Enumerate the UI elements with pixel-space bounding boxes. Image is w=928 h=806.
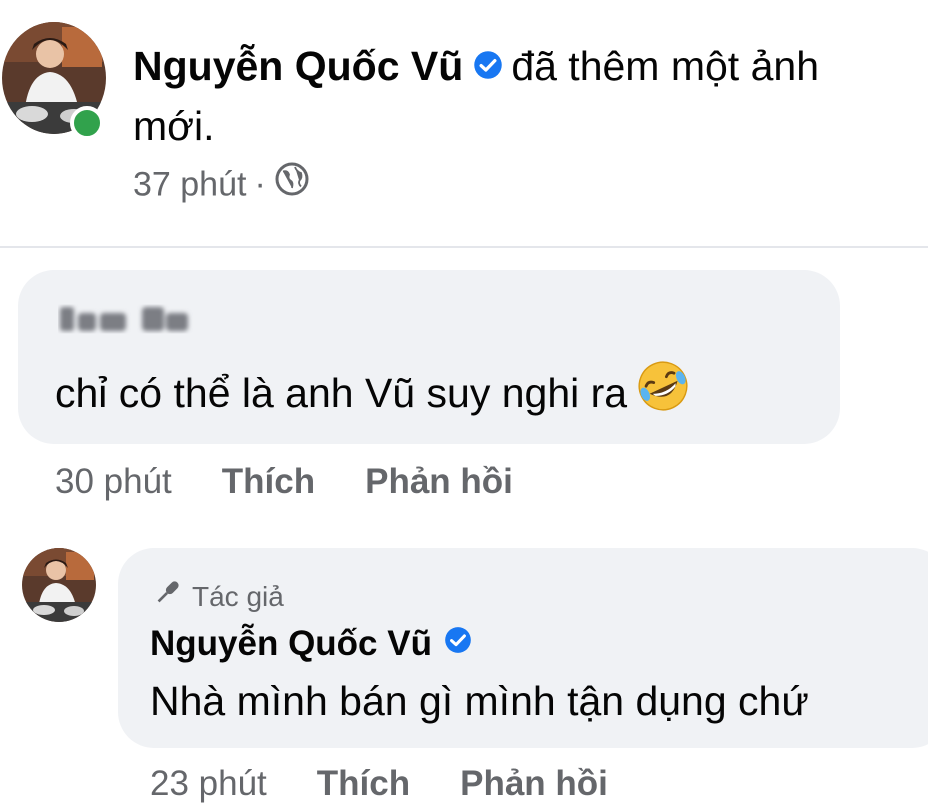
reply-button[interactable]: Phản hồi bbox=[365, 462, 513, 501]
like-button[interactable]: Thích bbox=[317, 764, 410, 803]
reply-author-avatar[interactable] bbox=[22, 548, 96, 622]
reply-actions: 23 phút Thích Phản hồi bbox=[150, 762, 658, 806]
meta-separator: · bbox=[254, 165, 266, 204]
verified-badge-icon bbox=[444, 621, 472, 665]
microphone-icon bbox=[152, 576, 184, 617]
post-meta: 37 phút · bbox=[133, 161, 310, 209]
author-badge-label: Tác giả bbox=[192, 580, 284, 612]
comment-text: chỉ có thể là anh Vũ suy nghi ra bbox=[55, 361, 691, 430]
reply-timestamp[interactable]: 23 phút bbox=[150, 764, 267, 803]
section-divider bbox=[0, 246, 928, 248]
verified-badge-icon bbox=[473, 40, 503, 92]
rolling-on-floor-laughing-emoji-icon bbox=[635, 358, 691, 426]
comment-timestamp[interactable]: 30 phút bbox=[55, 462, 172, 501]
reply-button[interactable]: Phản hồi bbox=[460, 764, 608, 803]
post-action-text: đã thêm một ảnh bbox=[511, 43, 819, 89]
comment-text-content: chỉ có thể là anh Vũ suy nghi ra bbox=[55, 369, 628, 416]
comment-actions: 30 phút Thích Phản hồi bbox=[55, 460, 563, 504]
post-author-name[interactable]: Nguyễn Quốc Vũ bbox=[133, 43, 463, 89]
reply-author-name[interactable]: Nguyễn Quốc Vũ bbox=[150, 624, 432, 663]
post-action-text-continued: mới. bbox=[133, 103, 215, 149]
post-header-line: Nguyễn Quốc Vũ đã thêm một ảnh bbox=[133, 40, 819, 95]
like-button[interactable]: Thích bbox=[222, 462, 315, 501]
online-status-indicator bbox=[70, 106, 104, 140]
author-badge: Tác giả bbox=[152, 578, 284, 619]
globe-icon bbox=[274, 161, 310, 206]
blurred-commenter-name[interactable] bbox=[58, 301, 194, 335]
post-timestamp[interactable]: 37 phút bbox=[133, 165, 246, 203]
reply-author: Nguyễn Quốc Vũ bbox=[150, 622, 480, 668]
reply-text: Nhà mình bán gì mình tận dụng chứ bbox=[150, 678, 809, 724]
